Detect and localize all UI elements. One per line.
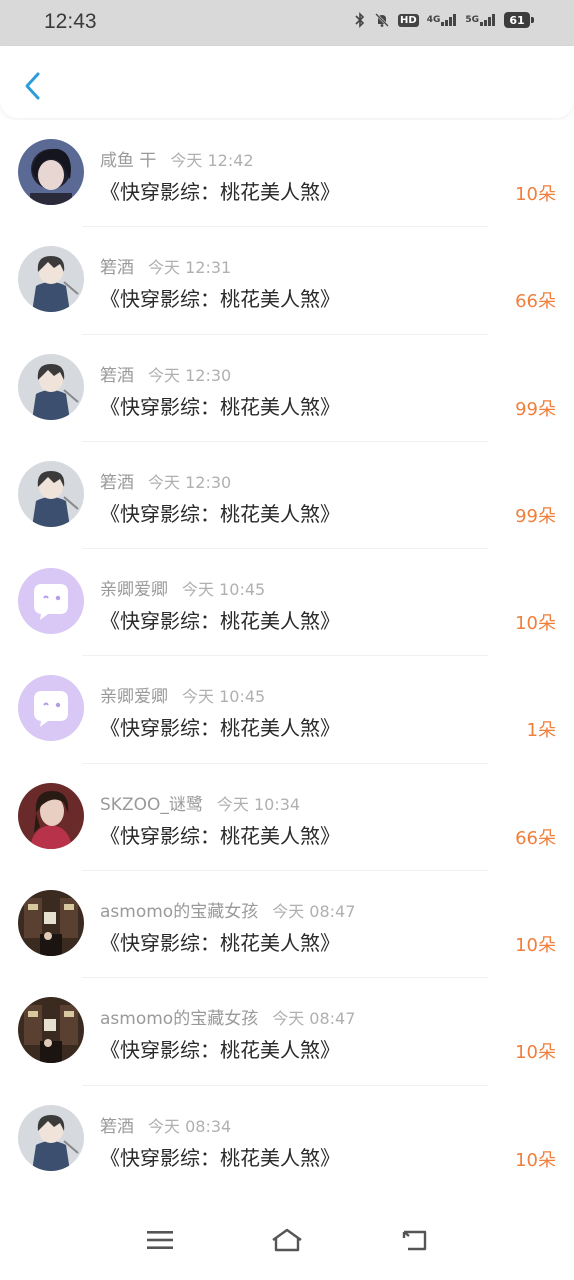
gift-amount: 10朵	[515, 613, 556, 635]
user-name: asmomo的宝藏女孩	[100, 1009, 259, 1030]
back-button[interactable]	[18, 70, 46, 102]
nav-back-button[interactable]	[394, 1222, 434, 1258]
signal-4g-icon: 4G	[427, 14, 458, 26]
avatar[interactable]	[18, 782, 84, 849]
gift-amount: 99朵	[515, 505, 556, 527]
list-item[interactable]: 亲卿爱卿 今天 10:45 《快穿影综：桃花美人煞》 10朵	[0, 549, 574, 657]
book-title: 《快穿影综：桃花美人煞》	[100, 1145, 340, 1170]
avatar-default-chat-icon	[18, 568, 84, 635]
avatar[interactable]	[18, 890, 84, 957]
book-title: 《快穿影综：桃花美人煞》	[100, 609, 340, 634]
home-icon	[272, 1228, 302, 1252]
status-time: 12:43	[44, 10, 97, 33]
avatar[interactable]	[18, 353, 84, 420]
nav-menu-button[interactable]	[140, 1222, 180, 1258]
book-title: 《快穿影综：桃花美人煞》	[100, 716, 340, 741]
avatar[interactable]	[18, 460, 84, 527]
avatar-anime-boy-icon	[18, 460, 84, 527]
menu-icon	[147, 1231, 173, 1249]
avatar-photo-woman-icon	[18, 782, 84, 849]
user-name: 咸鱼 干	[100, 151, 157, 171]
timestamp: 今天 12:31	[148, 258, 232, 278]
book-title: 《快穿影综：桃花美人煞》	[100, 823, 340, 848]
user-name: 箬酒	[100, 1116, 134, 1137]
battery-icon: 61	[504, 12, 534, 28]
gift-amount: 10朵	[515, 935, 556, 957]
avatar-default-chat-icon	[18, 675, 84, 742]
list-item[interactable]: 亲卿爱卿 今天 10:45 《快穿影综：桃花美人煞》 1朵	[0, 656, 574, 765]
list-item[interactable]: 箬酒 今天 12:30 《快穿影综：桃花美人煞》 99朵	[0, 442, 574, 550]
net1-label: 4G	[426, 15, 441, 25]
back-icon	[402, 1230, 427, 1251]
list-item[interactable]: 箬酒 今天 12:31 《快穿影综：桃花美人煞》 66朵	[0, 227, 574, 335]
avatar[interactable]	[18, 568, 84, 635]
status-bar: 12:43 HD 4G 5G 61	[0, 0, 574, 46]
gift-amount: 66朵	[515, 827, 556, 849]
avatar[interactable]	[18, 997, 84, 1064]
hd-icon: HD	[398, 13, 419, 27]
book-title: 《快穿影综：桃花美人煞》	[100, 1038, 340, 1063]
timestamp: 今天 10:34	[216, 794, 301, 814]
avatar-anime-boy-icon	[18, 1104, 84, 1171]
list-item[interactable]: asmomo的宝藏女孩 今天 08:47 《快穿影综：桃花美人煞》 10朵	[0, 978, 574, 1086]
timestamp: 今天 08:47	[272, 1009, 356, 1029]
battery-level: 61	[509, 13, 525, 27]
user-name: asmomo的宝藏女孩	[100, 902, 259, 923]
gift-amount: 1朵	[526, 720, 556, 742]
mute-icon	[374, 12, 390, 28]
user-name: 箬酒	[100, 258, 134, 279]
avatar[interactable]	[18, 1104, 84, 1171]
book-title: 《快穿影综：桃花美人煞》	[100, 501, 340, 526]
book-title: 《快穿影综：桃花美人煞》	[100, 931, 340, 956]
gift-amount: 66朵	[515, 291, 556, 313]
list-item[interactable]: 箬酒 今天 12:30 《快穿影综：桃花美人煞》 99朵	[0, 335, 574, 443]
avatar-photo-street-icon	[18, 997, 84, 1064]
avatar-anime-boy-icon	[18, 246, 84, 313]
system-nav-bar	[0, 1192, 574, 1280]
user-name: SKZOO_谜鹭	[100, 794, 203, 815]
list-item[interactable]: asmomo的宝藏女孩 今天 08:47 《快穿影综：桃花美人煞》 10朵	[0, 871, 574, 979]
gift-record-list[interactable]: 咸鱼 干今天 12:42 《快穿影综：桃花美人煞》 10朵 箬酒 今天 12:31…	[0, 120, 574, 1192]
book-title: 《快穿影综：桃花美人煞》	[100, 180, 340, 204]
user-name: 亲卿爱卿	[100, 687, 168, 708]
timestamp: 今天 12:30	[148, 365, 232, 385]
avatar[interactable]	[18, 139, 84, 205]
hd-label: HD	[398, 13, 419, 27]
timestamp: 今天 12:42	[170, 151, 254, 170]
book-title: 《快穿影综：桃花美人煞》	[100, 394, 340, 419]
timestamp: 今天 08:47	[272, 902, 356, 922]
gift-amount: 10朵	[515, 1149, 556, 1171]
chevron-left-icon	[25, 72, 40, 100]
user-name: 箬酒	[100, 472, 134, 493]
list-item[interactable]: 咸鱼 干今天 12:42 《快穿影综：桃花美人煞》 10朵	[0, 120, 574, 228]
avatar-anime-boy-icon	[18, 353, 84, 420]
gift-amount: 99朵	[515, 398, 556, 420]
timestamp: 今天 12:30	[148, 472, 232, 492]
list-item[interactable]: SKZOO_谜鹭 今天 10:34 《快穿影综：桃花美人煞》 66朵	[0, 764, 574, 872]
avatar[interactable]	[18, 246, 84, 313]
avatar-photo-girl-icon	[18, 139, 84, 205]
net2-label: 5G	[465, 15, 479, 25]
timestamp: 今天 08:34	[148, 1116, 232, 1136]
gift-amount: 10朵	[515, 184, 556, 205]
user-name: 亲卿爱卿	[100, 580, 168, 601]
gift-amount: 10朵	[515, 1042, 556, 1064]
timestamp: 今天 10:45	[182, 580, 266, 600]
list-item[interactable]: 箬酒 今天 08:34 《快穿影综：桃花美人煞》 10朵	[0, 1086, 574, 1192]
header	[0, 46, 574, 118]
status-icons: HD 4G 5G 61	[354, 12, 534, 28]
timestamp: 今天 10:45	[182, 687, 266, 707]
signal-5g-icon: 5G	[465, 14, 496, 26]
nav-home-button[interactable]	[267, 1222, 307, 1258]
book-title: 《快穿影综：桃花美人煞》	[100, 287, 340, 312]
user-name: 箬酒	[100, 365, 134, 386]
bluetooth-icon	[354, 12, 366, 28]
avatar-photo-street-icon	[18, 890, 84, 957]
avatar[interactable]	[18, 675, 84, 742]
